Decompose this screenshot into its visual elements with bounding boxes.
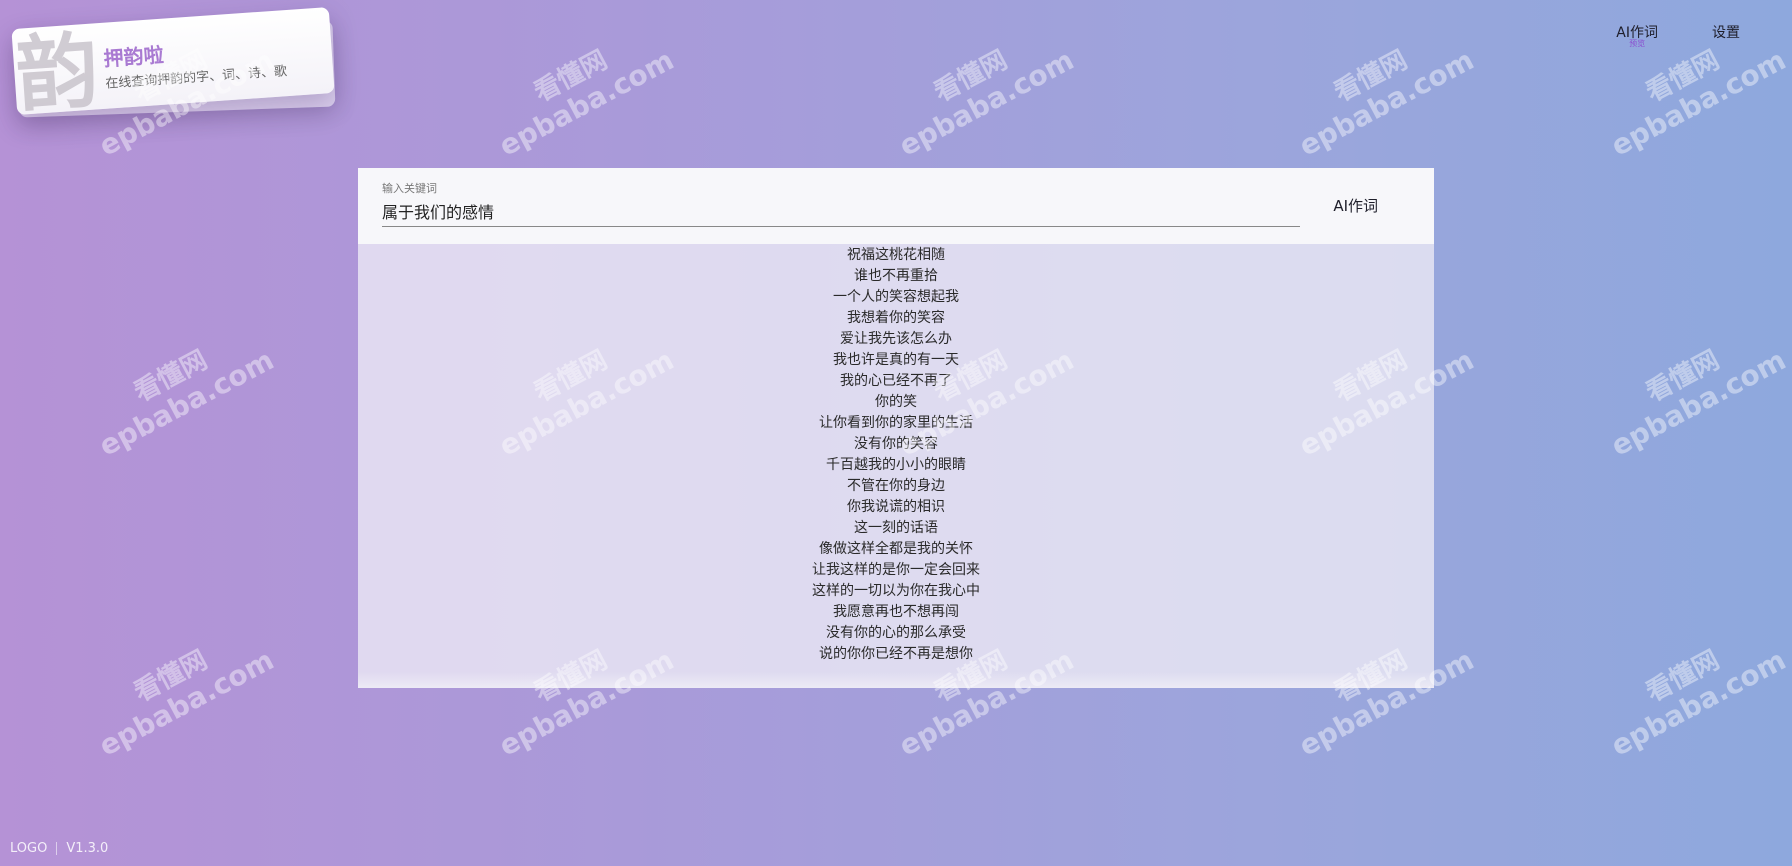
- lyric-line: 这一刻的话语: [854, 520, 938, 536]
- watermark-en: epbaba.com: [93, 343, 280, 463]
- top-nav: AI作词 预览 设置: [1616, 22, 1740, 48]
- watermark: 看懂网 epbaba.com: [480, 19, 680, 163]
- lyric-line: 我也许是真的有一天: [833, 352, 959, 368]
- footer-divider: [56, 842, 58, 855]
- lyric-line: 让你看到你的家里的生活: [819, 415, 973, 431]
- watermark-en: epbaba.com: [893, 43, 1080, 163]
- lyric-line: 谁也不再重拾: [854, 268, 938, 284]
- watermark-en: epbaba.com: [1605, 643, 1792, 763]
- lyric-line: 让我这样的是你一定会回来: [812, 562, 980, 578]
- lyric-line: 没有你的心的那么承受: [826, 625, 966, 641]
- lyric-line: 祝福这桃花相随: [847, 247, 945, 263]
- main-panel: 输入关键词 AI作词 祝福这桃花相随 谁也不再重拾 一个人的笑容想起我 我想着你…: [358, 168, 1434, 688]
- watermark: 看懂网 epbaba.com: [80, 619, 280, 763]
- watermark-cn: 看懂网: [129, 345, 213, 409]
- nav-preview-badge: 预览: [1629, 39, 1646, 48]
- watermark-en: epbaba.com: [1605, 43, 1792, 163]
- lyric-line: 不管在你的身边: [847, 478, 945, 494]
- brand-title: 押韵啦: [102, 42, 165, 71]
- watermark-en: epbaba.com: [1605, 343, 1792, 463]
- lyric-line: 千百越我的小小的眼睛: [826, 457, 966, 473]
- watermark-en: epbaba.com: [493, 43, 680, 163]
- keyword-input-label: 输入关键词: [382, 182, 437, 195]
- watermark-cn: 看懂网: [1329, 45, 1413, 109]
- watermark: 看懂网 epbaba.com: [880, 19, 1080, 163]
- lyric-line: 你的笑: [875, 394, 917, 410]
- watermark-cn: 看懂网: [1641, 345, 1725, 409]
- search-bar: 输入关键词 AI作词: [358, 168, 1434, 244]
- watermark-cn: 看懂网: [929, 45, 1013, 109]
- watermark: 看懂网 epbaba.com: [1592, 619, 1792, 763]
- lyrics-result-panel[interactable]: 祝福这桃花相随 谁也不再重拾 一个人的笑容想起我 我想着你的笑容 爱让我先该怎么…: [358, 244, 1434, 688]
- watermark-en: epbaba.com: [93, 643, 280, 763]
- lyric-line: 我想着你的笑容: [847, 310, 945, 326]
- watermark: 看懂网 epbaba.com: [80, 319, 280, 463]
- nav-ai-write[interactable]: AI作词 预览: [1616, 22, 1658, 48]
- lyric-line: 我愿意再也不想再闯: [833, 604, 959, 620]
- watermark-cn: 看懂网: [1641, 645, 1725, 709]
- watermark-cn: 看懂网: [529, 45, 613, 109]
- keyword-input[interactable]: [382, 196, 1300, 227]
- lyric-line: 这样的一切以为你在我心中: [812, 583, 980, 599]
- ai-write-button[interactable]: AI作词: [1333, 195, 1378, 216]
- lyric-line: 爱让我先该怎么办: [840, 331, 952, 347]
- watermark: 看懂网 epbaba.com: [1280, 19, 1480, 163]
- footer-version: V1.3.0: [66, 841, 109, 856]
- lyric-line: 说的你你已经不再是想你: [819, 646, 973, 662]
- lyric-line: 你我说谎的相识: [847, 499, 945, 515]
- watermark-cn: 看懂网: [129, 645, 213, 709]
- lyric-line: 像做这样全都是我的关怀: [819, 541, 973, 557]
- footer-logo: LOGO: [10, 841, 48, 856]
- watermark-en: epbaba.com: [1293, 43, 1480, 163]
- nav-settings[interactable]: 设置: [1712, 22, 1740, 42]
- brand-glyph-logo: 韵: [13, 22, 102, 124]
- lyric-line: 没有你的笑容: [854, 436, 938, 452]
- lyrics-list: 祝福这桃花相随 谁也不再重拾 一个人的笑容想起我 我想着你的笑容 爱让我先该怎么…: [358, 244, 1434, 665]
- lyric-line: 一个人的笑容想起我: [833, 289, 959, 305]
- lyrics-fade-overlay: [358, 672, 1434, 688]
- watermark: 看懂网 epbaba.com: [1592, 319, 1792, 463]
- footer: LOGO V1.3.0: [10, 841, 108, 856]
- lyric-line: 我的心已经不再了: [840, 373, 952, 389]
